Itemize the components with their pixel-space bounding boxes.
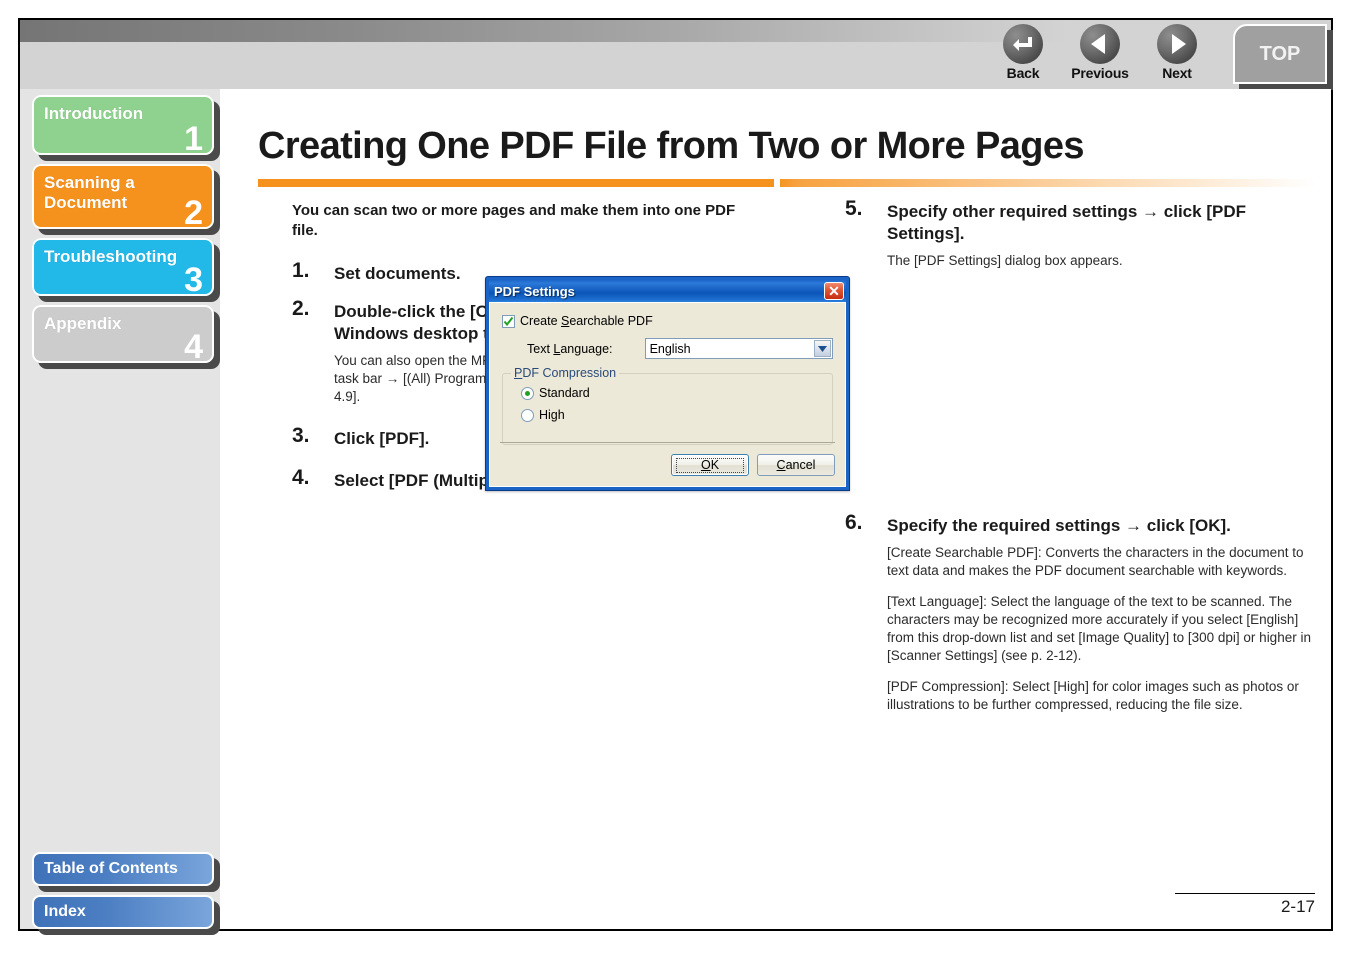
sidebar-tab-scanning-a-document[interactable]: Scanning a Document 2 <box>32 164 214 232</box>
pdf-settings-dialog: PDF Settings ✕ Create Searchable PDF Tex… <box>485 276 850 491</box>
sidebar-tab-appendix[interactable]: Appendix 4 <box>32 305 214 366</box>
next-button-label: Next <box>1162 65 1192 81</box>
title-rule-gap <box>774 179 780 187</box>
previous-button[interactable]: Previous <box>1066 24 1134 81</box>
step-5-heading: Specify other required settings → click … <box>887 202 1246 243</box>
create-searchable-pdf-checkbox[interactable] <box>502 314 515 328</box>
top-button-wrapper: TOP <box>1233 24 1333 90</box>
step-6-heading: Specify the required settings → click [O… <box>887 516 1231 535</box>
checkmark-icon <box>503 316 514 326</box>
back-button-label: Back <box>1006 65 1040 81</box>
next-button[interactable]: Next <box>1143 24 1211 81</box>
title-rule <box>258 179 1316 187</box>
right-column: 5. Specify other required settings → cli… <box>845 197 1315 730</box>
dialog-body: Create Searchable PDF Text Language: Eng… <box>489 302 846 487</box>
chevron-down-icon[interactable] <box>814 340 831 357</box>
main-content: Creating One PDF File from Two or More P… <box>220 89 1331 929</box>
page-title: Creating One PDF File from Two or More P… <box>258 125 1085 167</box>
step-5-body: The [PDF Settings] dialog box appears. <box>887 253 1123 268</box>
step-6-body-1: [Create Searchable PDF]: Converts the ch… <box>887 545 1304 578</box>
sidebar-tab-troubleshooting-label: Troubleshooting <box>44 247 178 266</box>
create-searchable-pdf-row[interactable]: Create Searchable PDF <box>502 314 833 328</box>
text-language-row: Text Language: English <box>527 338 833 359</box>
high-radio[interactable] <box>521 408 534 422</box>
step-6-body-3: [PDF Compression]: Select [High] for col… <box>887 679 1299 712</box>
sidebar-tab-introduction[interactable]: Introduction 1 <box>32 95 214 158</box>
previous-button-label: Previous <box>1071 65 1129 81</box>
back-arrow-icon <box>1003 24 1043 64</box>
pdf-compression-group: PDF Compression Standard High <box>502 366 833 445</box>
step-6-number: 6. <box>845 511 863 534</box>
compression-option-standard[interactable]: Standard <box>521 386 822 400</box>
pdf-compression-legend: PDF Compression <box>511 366 620 380</box>
standard-radio[interactable] <box>521 386 534 400</box>
radio-dot-icon <box>525 390 530 396</box>
page-number: 2-17 <box>1280 897 1315 916</box>
close-icon[interactable]: ✕ <box>824 282 844 300</box>
sidebar-tab-introduction-label: Introduction <box>44 104 144 123</box>
sidebar-tab-troubleshooting[interactable]: Troubleshooting 3 <box>32 238 214 299</box>
dialog-title: PDF Settings <box>494 283 575 299</box>
ok-button[interactable]: OK <box>671 454 749 476</box>
step-5: 5. Specify other required settings → cli… <box>845 197 1315 270</box>
sidebar-tab-scanning-label-line2: Document <box>44 193 128 212</box>
compression-option-high[interactable]: High <box>521 408 822 422</box>
footer-rule <box>1175 893 1315 894</box>
sidebar-tab-appendix-number: 4 <box>184 328 203 366</box>
dialog-titlebar: PDF Settings ✕ <box>489 280 846 302</box>
intro-paragraph: You can scan two or more pages and make … <box>292 202 736 239</box>
high-radio-label: High <box>539 408 565 422</box>
step-5-number: 5. <box>845 197 863 220</box>
dialog-separator <box>500 442 835 443</box>
table-of-contents-button[interactable]: Table of Contents <box>32 852 214 886</box>
step-2-number: 2. <box>292 297 310 320</box>
standard-radio-label: Standard <box>539 386 590 400</box>
sidebar: Introduction 1 Scanning a Document 2 Tro… <box>20 89 220 935</box>
create-searchable-pdf-label: Create Searchable PDF <box>520 314 653 328</box>
text-language-label: Text Language: <box>527 341 613 356</box>
text-language-value: English <box>649 341 691 356</box>
sidebar-tab-scanning-number: 2 <box>184 194 203 232</box>
left-triangle-icon <box>1080 24 1120 64</box>
sidebar-tab-appendix-label: Appendix <box>44 314 122 333</box>
dialog-buttons: OK Cancel <box>671 454 835 476</box>
step-6: 6. Specify the required settings → click… <box>845 511 1315 714</box>
manual-page: Back Previous Next TOP Introduction 1 Sc… <box>0 0 1351 954</box>
step-6-body-2: [Text Language]: Select the language of … <box>887 594 1311 663</box>
footer: 2-17 <box>1175 893 1315 917</box>
index-button[interactable]: Index <box>32 895 214 929</box>
back-button[interactable]: Back <box>989 24 1057 81</box>
sidebar-tab-troubleshooting-number: 3 <box>184 261 203 299</box>
navigation-buttons: Back Previous Next <box>985 24 1215 90</box>
sidebar-tab-introduction-number: 1 <box>184 120 203 158</box>
cancel-button[interactable]: Cancel <box>757 454 835 476</box>
top-button[interactable]: TOP <box>1233 24 1327 84</box>
step-3-number: 3. <box>292 424 310 447</box>
step-1-number: 1. <box>292 259 310 282</box>
sidebar-tab-scanning-label-line1: Scanning a <box>44 173 135 192</box>
right-triangle-icon <box>1157 24 1197 64</box>
step-4-number: 4. <box>292 466 310 489</box>
text-language-dropdown[interactable]: English <box>644 338 833 359</box>
